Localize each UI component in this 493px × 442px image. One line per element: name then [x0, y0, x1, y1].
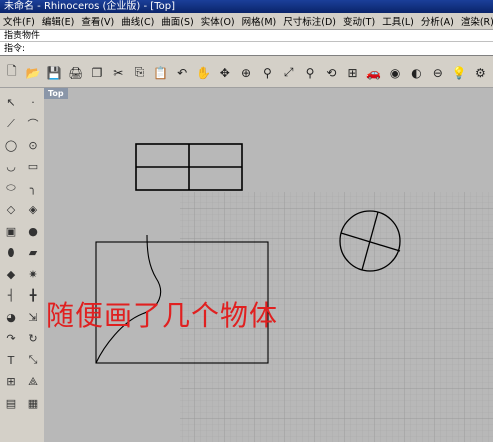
menu-item[interactable]: 曲面(S) [158, 14, 197, 28]
circle-icon[interactable]: ◯ [2, 136, 20, 154]
zoom-selected-icon[interactable]: ⚲ [301, 63, 319, 82]
car-icon[interactable]: 🚗 [365, 63, 383, 82]
mirror-icon[interactable]: ↷ [2, 330, 20, 348]
zoom-extents-icon[interactable]: ⤢ [280, 63, 298, 82]
arc-icon[interactable]: ◡ [2, 158, 20, 176]
menu-item[interactable]: 实体(O) [198, 14, 239, 28]
view-icon[interactable]: ⊖ [429, 63, 447, 82]
new-icon[interactable]: 🗋 [3, 63, 21, 82]
polyline-icon[interactable]: ⟋ [2, 115, 20, 133]
light-icon[interactable]: 💡 [450, 63, 468, 82]
text-icon[interactable]: ⟁ [24, 373, 42, 391]
join-icon[interactable]: ┤ [2, 287, 20, 305]
boolean-icon[interactable]: ◆ [2, 265, 20, 283]
plane-icon[interactable]: ▰ [24, 244, 42, 262]
rectangle-icon[interactable]: ▭ [24, 158, 42, 176]
surface-icon[interactable]: ◇ [2, 201, 20, 219]
menu-item[interactable]: 曲线(C) [118, 14, 158, 28]
split-icon[interactable]: ╋ [24, 287, 42, 305]
command-input[interactable] [29, 44, 230, 54]
zoom-dynamic-icon[interactable]: ⚲ [259, 63, 277, 82]
rotate-icon[interactable]: ✥ [216, 63, 234, 82]
sweep-icon[interactable]: ◈ [24, 201, 42, 219]
circle-3pt-icon[interactable]: ⊙ [24, 136, 42, 154]
scale-icon[interactable]: ⤡ [24, 351, 42, 369]
zoom-window-icon[interactable]: ⊕ [237, 63, 255, 82]
layer-icon[interactable]: ▤ [2, 394, 20, 412]
menu-item[interactable]: 尺寸标注(D) [280, 14, 340, 28]
dimension-icon[interactable]: T [2, 351, 20, 369]
select-icon[interactable]: ↖ [2, 93, 20, 111]
grid-icon[interactable]: ⊞ [344, 63, 362, 82]
rotate-icon[interactable]: ↻ [24, 330, 42, 348]
undo-icon[interactable]: ↶ [173, 63, 191, 82]
box-icon[interactable]: ▣ [2, 222, 20, 240]
standard-toolbar: 🗋 📂 💾 🖨 ❐ ✂ ⎘ 📋 ↶ ✋ ✥ ⊕ ⚲ ⤢ ⚲ ⟲ ⊞ 🚗 ◉ ◐ ⊖ 💡 ⚙ [0, 58, 493, 88]
command-history: 指责物件 [0, 30, 493, 42]
sphere-icon[interactable]: ● [24, 222, 42, 240]
mesh-icon[interactable]: ◕ [2, 308, 20, 326]
properties-icon[interactable]: ▦ [24, 394, 42, 412]
pan-icon[interactable]: ✋ [195, 63, 213, 82]
cylinder-icon[interactable]: ⬮ [2, 244, 20, 262]
print-icon[interactable]: 🖨 [67, 63, 85, 82]
save-icon[interactable]: 💾 [46, 63, 64, 82]
viewport-canvas[interactable] [44, 88, 493, 442]
transform-icon[interactable]: ⇲ [24, 308, 42, 326]
menu-item[interactable]: 变动(T) [340, 14, 379, 28]
menu-item[interactable]: 编辑(E) [39, 14, 78, 28]
command-line: 指令: [0, 42, 493, 56]
viewport-tab[interactable]: Top [44, 88, 68, 99]
array-icon[interactable]: ⊞ [2, 373, 20, 391]
curve-icon[interactable]: ⌒ [24, 115, 42, 133]
cut-icon[interactable]: ✂ [109, 63, 127, 82]
ellipse-icon[interactable]: ⬭ [2, 179, 20, 197]
window-title: 未命名 - Rhinoceros (企业版) - [Top] [0, 0, 493, 13]
menu-item[interactable]: 网格(M) [239, 14, 281, 28]
render-icon[interactable]: ◐ [408, 63, 426, 82]
point-icon[interactable]: · [24, 93, 42, 111]
caption-text: 随便画了几个物体 [46, 299, 279, 332]
menu-item[interactable]: 分析(A) [418, 14, 458, 28]
command-prompt: 指令: [4, 44, 26, 54]
open-icon[interactable]: 📂 [24, 63, 42, 82]
left-toolbar: ↖ · ⟋ ⌒ ◯ ⊙ ◡ ▭ ⬭ ╮ ◇ ◈ ▣ ● ⬮ ▰ ◆ ✷ ┤ ╋ ◕ ⇲ ↷ ↻ T ⤡ ⊞ ⟁ ▤ ▦ [0, 88, 45, 442]
settings-icon[interactable]: ⚙ [472, 63, 490, 82]
menu-item[interactable]: 文件(F) [0, 14, 39, 28]
explode-icon[interactable]: ✷ [24, 265, 42, 283]
menu-item[interactable]: 工具(L) [379, 14, 418, 28]
copy-icon[interactable]: ❐ [88, 63, 106, 82]
fillet-icon[interactable]: ╮ [24, 179, 42, 197]
paste-icon[interactable]: ⎘ [131, 63, 149, 82]
menu-bar: 文件(F) 编辑(E) 查看(V) 曲线(C) 曲面(S) 实体(O) 网格(M) 尺寸标注(… [0, 13, 493, 30]
shade-icon[interactable]: ◉ [386, 63, 404, 82]
menu-item[interactable]: 查看(V) [78, 14, 118, 28]
top-viewport[interactable]: Top [44, 88, 493, 442]
menu-item[interactable]: 渲染(R) [458, 14, 493, 28]
clipboard-icon[interactable]: 📋 [152, 63, 170, 82]
rotate-view-icon[interactable]: ⟲ [322, 63, 340, 82]
